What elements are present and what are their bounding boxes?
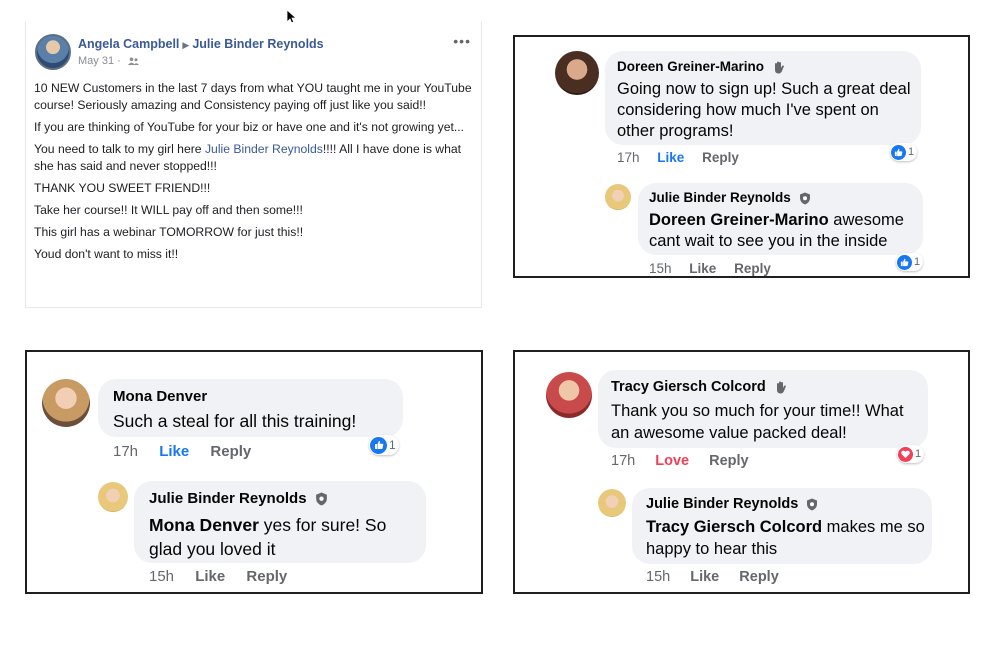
reply-time[interactable]: 15h	[649, 261, 672, 276]
commenter-name[interactable]: Doreen Greiner-Marino	[617, 59, 785, 74]
replier-name[interactable]: Julie Binder Reynolds	[649, 190, 811, 205]
reply-text: Doreen Greiner-Marino awesome cant wait …	[649, 211, 904, 250]
post-date: May 31 ·	[78, 55, 139, 67]
post-timestamp-link[interactable]: May 31 ·	[78, 55, 121, 67]
reaction-summary[interactable]: 1	[896, 253, 924, 271]
mention-link[interactable]: Tracy Giersch Colcord	[646, 518, 822, 536]
like-button[interactable]: Like	[195, 568, 225, 585]
reply-actions: 15h Like Reply	[649, 261, 771, 276]
mention-link[interactable]: Mona Denver	[149, 515, 259, 535]
comment-panel-doreen: Doreen Greiner-Marino Going now to sign …	[513, 35, 970, 278]
mention-link[interactable]: Julie Binder Reynolds	[205, 142, 323, 156]
shield-badge-icon	[315, 492, 327, 506]
wave-hand-icon	[776, 381, 786, 394]
comment-text: Going now to sign up! Such a great deal …	[617, 80, 911, 140]
reply-button[interactable]: Reply	[210, 443, 251, 460]
reply-actions: 15h Like Reply	[646, 569, 779, 585]
commenter-avatar[interactable]	[555, 51, 599, 95]
post-paragraph: This girl has a webinar TOMORROW for jus…	[34, 225, 304, 239]
comment-actions: 17h Like Reply	[617, 150, 739, 165]
post-recipient-link[interactable]: Julie Binder Reynolds	[192, 37, 323, 51]
reply-actions: 15h Like Reply	[149, 568, 287, 585]
replier-avatar[interactable]	[598, 489, 626, 517]
post-body: 10 NEW Customers in the last 7 days from…	[34, 80, 476, 268]
reply-button[interactable]: Reply	[702, 150, 739, 165]
post-paragraph: If you are thinking of YouTube for your …	[34, 120, 465, 134]
reaction-count: 1	[908, 146, 915, 158]
reply-time[interactable]: 15h	[646, 569, 670, 585]
reaction-count: 1	[389, 438, 396, 452]
thumbs-up-icon	[891, 144, 906, 160]
post-paragraph: 10 NEW Customers in the last 7 days from…	[34, 81, 472, 112]
post-author-link[interactable]: Angela Campbell	[78, 37, 179, 51]
replier-avatar[interactable]	[605, 184, 631, 210]
like-button[interactable]: Like	[159, 443, 189, 460]
post-text: You need to talk to my girl here	[34, 142, 205, 156]
comment-time[interactable]: 17h	[113, 443, 138, 460]
commenter-avatar[interactable]	[546, 372, 592, 418]
like-button[interactable]: Like	[657, 150, 684, 165]
post-paragraph: You need to talk to my girl here Julie B…	[34, 141, 476, 175]
replier-name[interactable]: Julie Binder Reynolds	[646, 496, 818, 512]
post-paragraph: Youd don't want to miss it!!	[34, 247, 179, 261]
post-paragraph: Take her course!! It WILL pay off and th…	[34, 203, 303, 217]
post-paragraph: THANK YOU SWEET FRIEND!!!	[34, 181, 211, 195]
like-button[interactable]: Like	[689, 261, 716, 276]
friends-audience-icon	[127, 57, 139, 66]
heart-icon	[898, 446, 913, 462]
replier-name[interactable]: Julie Binder Reynolds	[149, 490, 328, 507]
comment-time[interactable]: 17h	[611, 453, 635, 469]
commenter-name[interactable]: Mona Denver	[113, 388, 207, 405]
shield-badge-icon	[807, 498, 818, 511]
reply-text: Mona Denver yes for sure! So glad you lo…	[149, 515, 387, 559]
shield-badge-icon	[799, 192, 810, 205]
reaction-summary[interactable]: 1	[369, 435, 399, 455]
comment-time[interactable]: 17h	[617, 150, 640, 165]
love-button[interactable]: Love	[655, 453, 689, 469]
reaction-count: 1	[914, 256, 921, 268]
reply-time[interactable]: 15h	[149, 568, 174, 585]
commenter-name[interactable]: Tracy Giersch Colcord	[611, 379, 787, 395]
like-button[interactable]: Like	[690, 569, 719, 585]
reaction-summary[interactable]: 1	[897, 445, 925, 463]
reply-text: Tracy Giersch Colcord makes me so happy …	[646, 518, 925, 558]
reply-button[interactable]: Reply	[709, 453, 749, 469]
wave-hand-icon	[774, 61, 784, 74]
comment-text: Thank you so much for your time!! What a…	[611, 402, 904, 442]
post-menu-button[interactable]: •••	[453, 33, 471, 49]
reaction-count: 1	[915, 448, 922, 460]
mention-link[interactable]: Doreen Greiner-Marino	[649, 211, 829, 229]
reply-button[interactable]: Reply	[734, 261, 771, 276]
comment-panel-mona: Mona Denver Such a steal for all this tr…	[25, 350, 483, 594]
thumbs-up-icon	[370, 436, 387, 454]
replier-avatar[interactable]	[98, 482, 128, 512]
reaction-summary[interactable]: 1	[890, 143, 918, 161]
post-author-avatar[interactable]	[35, 34, 71, 70]
comment-panel-tracy: Tracy Giersch Colcord Thank you so much …	[513, 350, 970, 594]
reply-button[interactable]: Reply	[739, 569, 779, 585]
comment-actions: 17h Like Reply	[113, 443, 251, 460]
post-authors: Angela Campbell ▶ Julie Binder Reynolds	[78, 37, 324, 51]
comment-text: Such a steal for all this training!	[113, 411, 357, 431]
thumbs-up-icon	[897, 254, 912, 270]
commenter-avatar[interactable]	[42, 379, 90, 427]
reply-button[interactable]: Reply	[246, 568, 287, 585]
facebook-post: Angela Campbell ▶ Julie Binder Reynolds Ma…	[25, 22, 482, 308]
comment-actions: 17h Love Reply	[611, 453, 749, 469]
share-arrow-icon: ▶	[182, 40, 190, 50]
